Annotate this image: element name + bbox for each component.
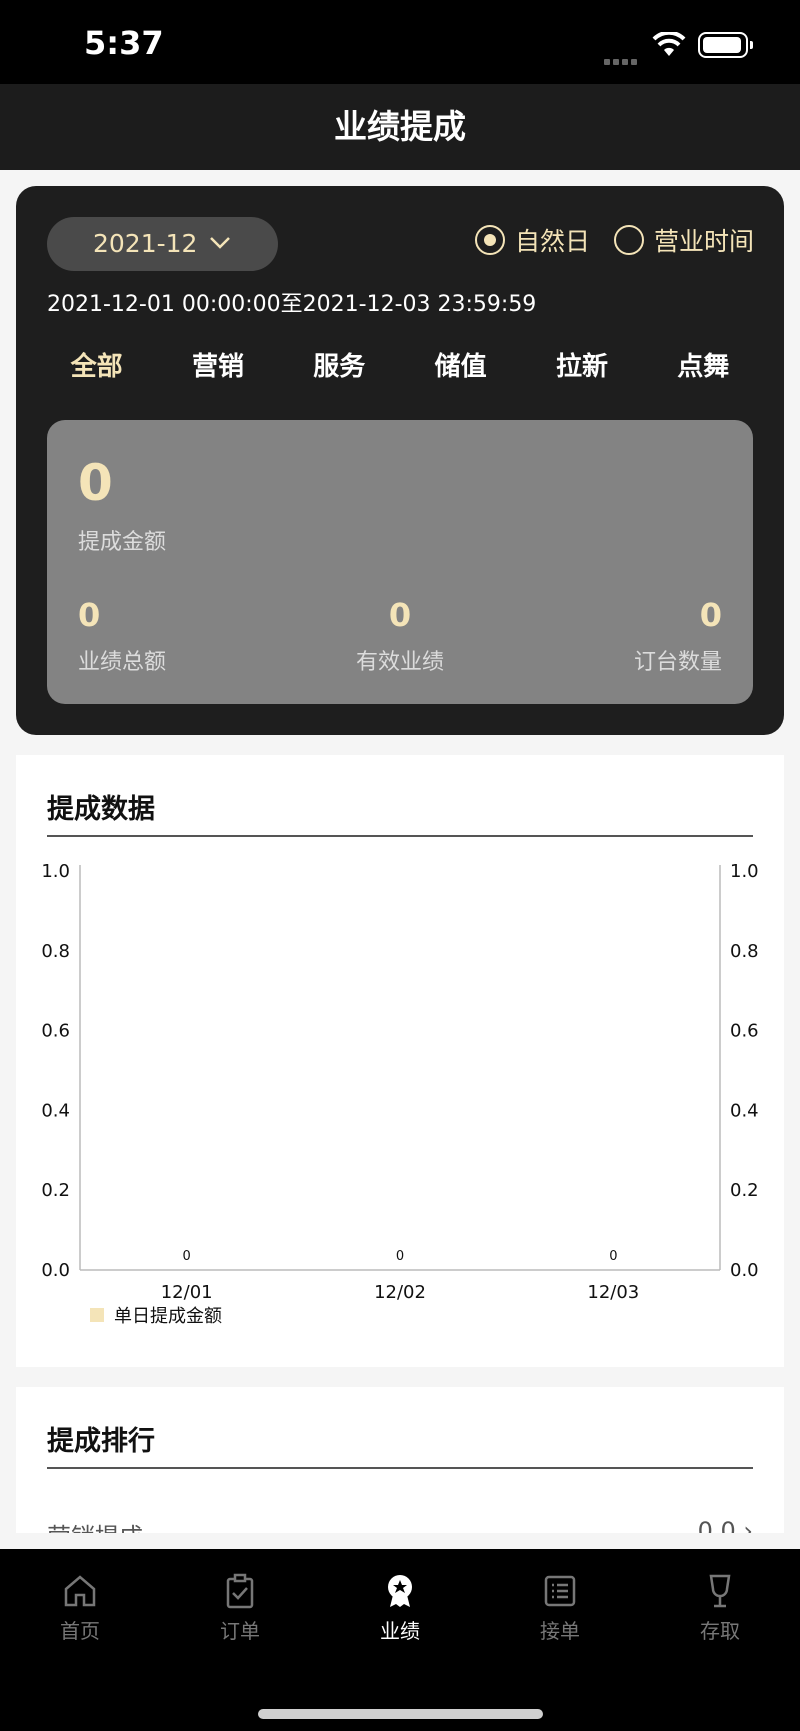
radio-checked-icon bbox=[474, 225, 505, 255]
x-tick-label: 12/02 bbox=[374, 1282, 426, 1303]
month-value: 2021-12 bbox=[93, 229, 198, 258]
month-picker[interactable]: 2021-12 bbox=[47, 217, 278, 271]
radio-label: 营业时间 bbox=[653, 227, 754, 256]
tab-home[interactable]: 首页 bbox=[20, 1573, 140, 1644]
bar-data-label: 0 bbox=[396, 1249, 404, 1264]
bottom-tab-bar: 首页 订单 业绩 接单 存取 bbox=[0, 1549, 800, 1731]
stat-value: 0 bbox=[78, 596, 101, 634]
status-bar: 5:37 bbox=[0, 0, 800, 84]
ranking-section-title: 提成排行 bbox=[47, 1426, 155, 1457]
tab-storage[interactable]: 存取 bbox=[660, 1573, 780, 1644]
tab-deposit[interactable]: 储值 bbox=[402, 346, 520, 383]
date-range-text: 2021-12-01 00:00:00至2021-12-03 23:59:59 bbox=[47, 292, 537, 317]
stat-value: 0 bbox=[699, 596, 722, 634]
chevron-right-icon: › bbox=[735, 1517, 753, 1533]
legend-swatch bbox=[90, 1308, 104, 1322]
tab-label: 业绩 bbox=[380, 1619, 420, 1643]
radio-label: 自然日 bbox=[514, 227, 590, 256]
status-time: 5:37 bbox=[84, 24, 164, 62]
commission-chart-card: 提成数据 0.0 0.2 0.4 0.6 0.8 1.0 0.0 0.2 0.4 0.6 0.8 1.… bbox=[16, 755, 784, 1367]
tab-label: 存取 bbox=[700, 1619, 740, 1643]
nav-bar: 业绩提成 bbox=[0, 84, 800, 170]
x-tick-label: 12/03 bbox=[587, 1282, 639, 1303]
commission-bar-chart: 0.0 0.2 0.4 0.6 0.8 1.0 0.0 0.2 0.4 0.6 0.8 1.0 0 12/… bbox=[41, 861, 759, 1303]
stat-effective-performance: 0 有效业绩 bbox=[290, 596, 510, 676]
home-indicator bbox=[258, 1709, 543, 1719]
tab-label: 订单 bbox=[220, 1619, 260, 1643]
tab-label: 首页 bbox=[60, 1619, 100, 1643]
wine-glass-icon bbox=[709, 1574, 731, 1608]
radio-unchecked-icon bbox=[613, 225, 644, 255]
chart-legend: 单日提成金额 bbox=[90, 1302, 222, 1328]
time-mode-radio-group: 自然日 营业时间 bbox=[474, 222, 754, 258]
y-tick-label-right: 0.2 bbox=[730, 1180, 759, 1201]
tab-new-customer[interactable]: 拉新 bbox=[523, 346, 641, 383]
tab-service[interactable]: 服务 bbox=[280, 346, 398, 383]
y-tick-label-left: 0.4 bbox=[41, 1100, 70, 1121]
stat-total-performance: 0 业绩总额 bbox=[78, 596, 298, 676]
y-tick-label-right: 0.6 bbox=[730, 1021, 759, 1042]
wifi-icon bbox=[652, 32, 686, 56]
commission-amount-value: 0 bbox=[78, 454, 113, 512]
page-title: 业绩提成 bbox=[334, 107, 466, 146]
stats-panel: 0 提成金额 0 业绩总额 0 有效业绩 0 订台数量 bbox=[47, 420, 753, 704]
y-tick-label-left: 0.8 bbox=[41, 941, 70, 962]
x-tick-label: 12/01 bbox=[161, 1282, 213, 1303]
chevron-down-icon bbox=[210, 237, 230, 249]
ranking-row-value: 0.0 › bbox=[698, 1517, 753, 1533]
commission-ranking-card: 提成排行 营销提成 0.0 › bbox=[16, 1387, 784, 1533]
bar-data-label: 0 bbox=[609, 1249, 617, 1264]
y-tick-label-left: 1.0 bbox=[41, 861, 70, 882]
summary-card: 2021-12 自然日 营业时间 2021-12-01 00:00:00至202… bbox=[16, 186, 784, 735]
y-tick-label-right: 0.4 bbox=[730, 1100, 759, 1121]
y-tick-label-left: 0.6 bbox=[41, 1021, 70, 1042]
tab-dance[interactable]: 点舞 bbox=[644, 346, 762, 383]
tab-label: 接单 bbox=[540, 1619, 580, 1643]
list-icon bbox=[544, 1575, 576, 1607]
section-divider bbox=[47, 1467, 753, 1469]
category-tabs: 全部 营销 服务 储值 拉新 点舞 bbox=[36, 346, 764, 383]
y-tick-label-left: 0.2 bbox=[41, 1180, 70, 1201]
tab-marketing[interactable]: 营销 bbox=[159, 346, 277, 383]
legend-label: 单日提成金额 bbox=[114, 1306, 222, 1327]
stat-value: 0 bbox=[388, 596, 412, 634]
ranking-row-label: 营销提成 bbox=[47, 1523, 143, 1533]
home-icon bbox=[64, 1575, 96, 1607]
tab-orders[interactable]: 订单 bbox=[180, 1573, 300, 1644]
y-tick-label-left: 0.0 bbox=[41, 1260, 70, 1281]
radio-natural-day[interactable]: 自然日 bbox=[474, 222, 590, 258]
medal-icon bbox=[388, 1575, 412, 1607]
stat-label: 业绩总额 bbox=[78, 650, 167, 675]
tab-accept-orders[interactable]: 接单 bbox=[500, 1573, 620, 1644]
tab-all[interactable]: 全部 bbox=[38, 346, 156, 383]
tab-performance[interactable]: 业绩 bbox=[340, 1573, 460, 1644]
y-tick-label-right: 0.0 bbox=[730, 1260, 759, 1281]
ranking-row[interactable]: 营销提成 0.0 › bbox=[47, 1517, 753, 1533]
battery-icon bbox=[698, 32, 753, 58]
bar-data-label: 0 bbox=[183, 1249, 191, 1264]
stat-table-bookings: 0 订台数量 bbox=[502, 596, 722, 676]
y-tick-label-right: 0.8 bbox=[730, 941, 759, 962]
y-tick-label-right: 1.0 bbox=[730, 861, 759, 882]
signal-icon bbox=[604, 50, 640, 69]
clipboard-check-icon bbox=[226, 1573, 254, 1609]
stat-label: 订台数量 bbox=[633, 650, 722, 675]
commission-amount-label: 提成金额 bbox=[78, 530, 167, 555]
radio-business-hours[interactable]: 营业时间 bbox=[613, 222, 754, 258]
stat-label: 有效业绩 bbox=[355, 650, 444, 675]
